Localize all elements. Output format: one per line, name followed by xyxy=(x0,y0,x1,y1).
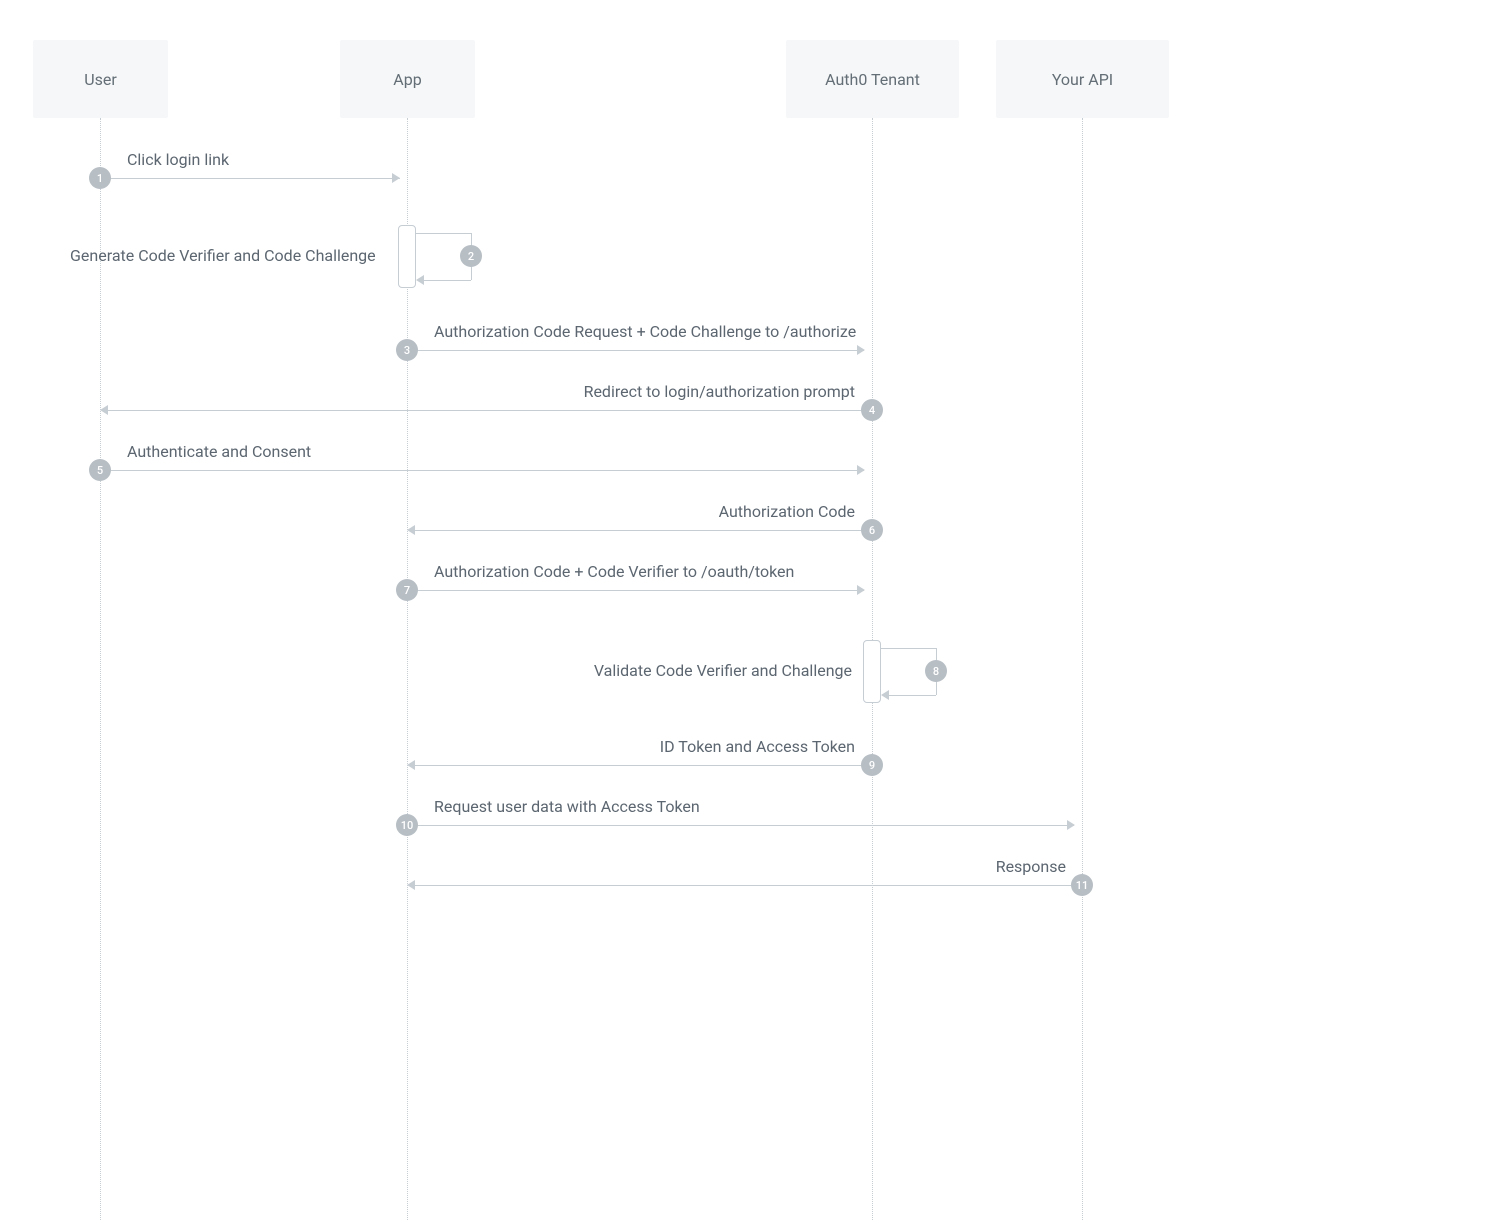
badge-step-3: 3 xyxy=(396,339,418,361)
arrow-step-5 xyxy=(100,470,864,471)
arrow-step-3 xyxy=(407,350,864,351)
arrowhead-step-11 xyxy=(407,880,415,890)
label-step-3: Authorization Code Request + Code Challe… xyxy=(434,322,856,341)
label-step-11: Response xyxy=(996,857,1066,876)
activation-app-step-2 xyxy=(398,225,416,288)
badge-step-4: 4 xyxy=(861,399,883,421)
lifeline-api xyxy=(1082,118,1083,1220)
loop-top-step-2 xyxy=(416,233,471,234)
lane-user: User xyxy=(33,40,168,118)
lane-api: Your API xyxy=(996,40,1169,118)
arrowhead-step-1 xyxy=(392,173,400,183)
arrowhead-step-9 xyxy=(407,760,415,770)
arrow-step-10 xyxy=(407,825,1074,826)
arrow-step-7 xyxy=(407,590,864,591)
label-step-8: Validate Code Verifier and Challenge xyxy=(594,661,852,680)
lifeline-user xyxy=(100,118,101,1220)
badge-step-10: 10 xyxy=(396,814,418,836)
badge-step-5: 5 xyxy=(89,459,111,481)
badge-step-1: 1 xyxy=(89,167,111,189)
label-step-10: Request user data with Access Token xyxy=(434,797,700,816)
badge-step-2: 2 xyxy=(460,245,482,267)
lane-app: App xyxy=(340,40,475,118)
label-step-7: Authorization Code + Code Verifier to /o… xyxy=(434,562,794,581)
lane-tenant: Auth0 Tenant xyxy=(786,40,959,118)
arrowhead-step-7 xyxy=(857,585,865,595)
badge-step-7: 7 xyxy=(396,579,418,601)
arrow-step-4 xyxy=(108,410,872,411)
arrowhead-step-4 xyxy=(100,405,108,415)
arrow-step-1 xyxy=(100,178,400,179)
loop-top-step-8 xyxy=(881,648,936,649)
badge-step-6: 6 xyxy=(861,519,883,541)
badge-step-11: 11 xyxy=(1071,874,1093,896)
badge-step-9: 9 xyxy=(861,754,883,776)
arrow-step-11 xyxy=(415,885,1082,886)
arrowhead-step-8 xyxy=(881,690,889,700)
arrowhead-step-3 xyxy=(857,345,865,355)
arrowhead-step-6 xyxy=(407,525,415,535)
arrowhead-step-2 xyxy=(416,275,424,285)
arrow-step-9 xyxy=(415,765,872,766)
label-step-6: Authorization Code xyxy=(719,502,855,521)
label-step-5: Authenticate and Consent xyxy=(127,442,311,461)
label-step-1: Click login link xyxy=(127,150,229,169)
arrowhead-step-5 xyxy=(857,465,865,475)
loop-bottom-step-2 xyxy=(424,280,471,281)
loop-bottom-step-8 xyxy=(889,695,936,696)
label-step-2: Generate Code Verifier and Code Challeng… xyxy=(70,246,376,265)
activation-tenant-step-8 xyxy=(863,640,881,703)
label-step-4: Redirect to login/authorization prompt xyxy=(584,382,855,401)
label-step-9: ID Token and Access Token xyxy=(660,737,855,756)
arrowhead-step-10 xyxy=(1067,820,1075,830)
arrow-step-6 xyxy=(415,530,872,531)
badge-step-8: 8 xyxy=(925,660,947,682)
